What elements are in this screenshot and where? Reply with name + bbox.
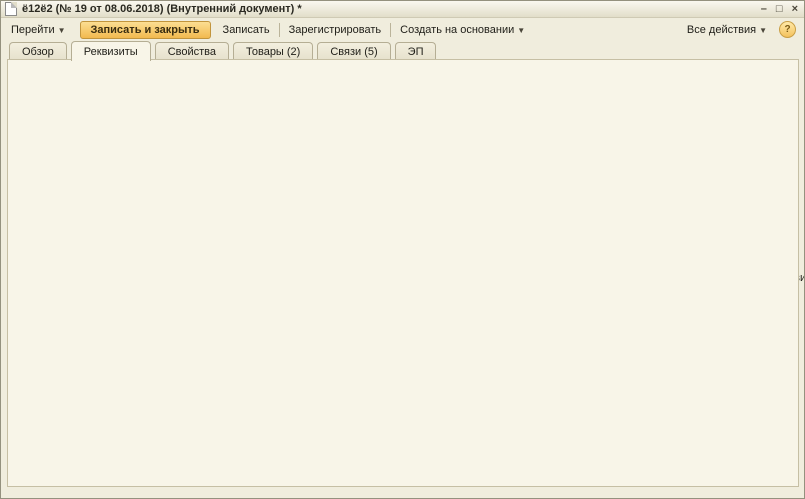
title-bar: ё12ё2 (№ 19 от 08.06.2018) (Внутренний д…: [1, 1, 804, 18]
maximize-button[interactable]: □: [776, 4, 783, 15]
toolbar-separator: [390, 23, 391, 37]
register-button[interactable]: Зарегистрировать: [285, 23, 386, 37]
save-close-button[interactable]: Записать и закрыть: [80, 21, 211, 39]
chevron-down-icon: ▼: [517, 26, 525, 35]
all-actions-menu-button[interactable]: Все действия▼: [683, 23, 771, 37]
tab-links[interactable]: Связи (5): [317, 42, 390, 60]
toolbar-separator: [279, 23, 280, 37]
tab-requisites[interactable]: Реквизиты: [71, 41, 151, 61]
create-based-menu-button[interactable]: Создать на основании▼: [396, 23, 529, 37]
tab-signature[interactable]: ЭП: [395, 42, 437, 60]
tab-overview[interactable]: Обзор: [9, 42, 67, 60]
document-window: ё12ё2 (№ 19 от 08.06.2018) (Внутренний д…: [0, 0, 805, 499]
close-button[interactable]: ×: [792, 4, 798, 15]
tab-properties[interactable]: Свойства: [155, 42, 229, 60]
chevron-down-icon: ▼: [58, 26, 66, 35]
tab-goods[interactable]: Товары (2): [233, 42, 313, 60]
document-icon: [5, 2, 17, 16]
window-controls: – □ ×: [761, 4, 798, 15]
minimize-button[interactable]: –: [761, 4, 767, 15]
chevron-down-icon: ▼: [759, 26, 767, 35]
all-actions-label: Все действия: [687, 24, 756, 36]
window-title: ё12ё2 (№ 19 от 08.06.2018) (Внутренний д…: [22, 3, 302, 15]
command-bar: Перейти▼ Записать и закрыть Записать Зар…: [1, 19, 804, 40]
goto-label: Перейти: [11, 24, 55, 36]
help-button[interactable]: ?: [779, 21, 796, 38]
create-based-label: Создать на основании: [400, 24, 514, 36]
save-button[interactable]: Записать: [219, 23, 274, 37]
requisites-panel: [7, 59, 799, 487]
goto-menu-button[interactable]: Перейти▼: [7, 23, 70, 37]
